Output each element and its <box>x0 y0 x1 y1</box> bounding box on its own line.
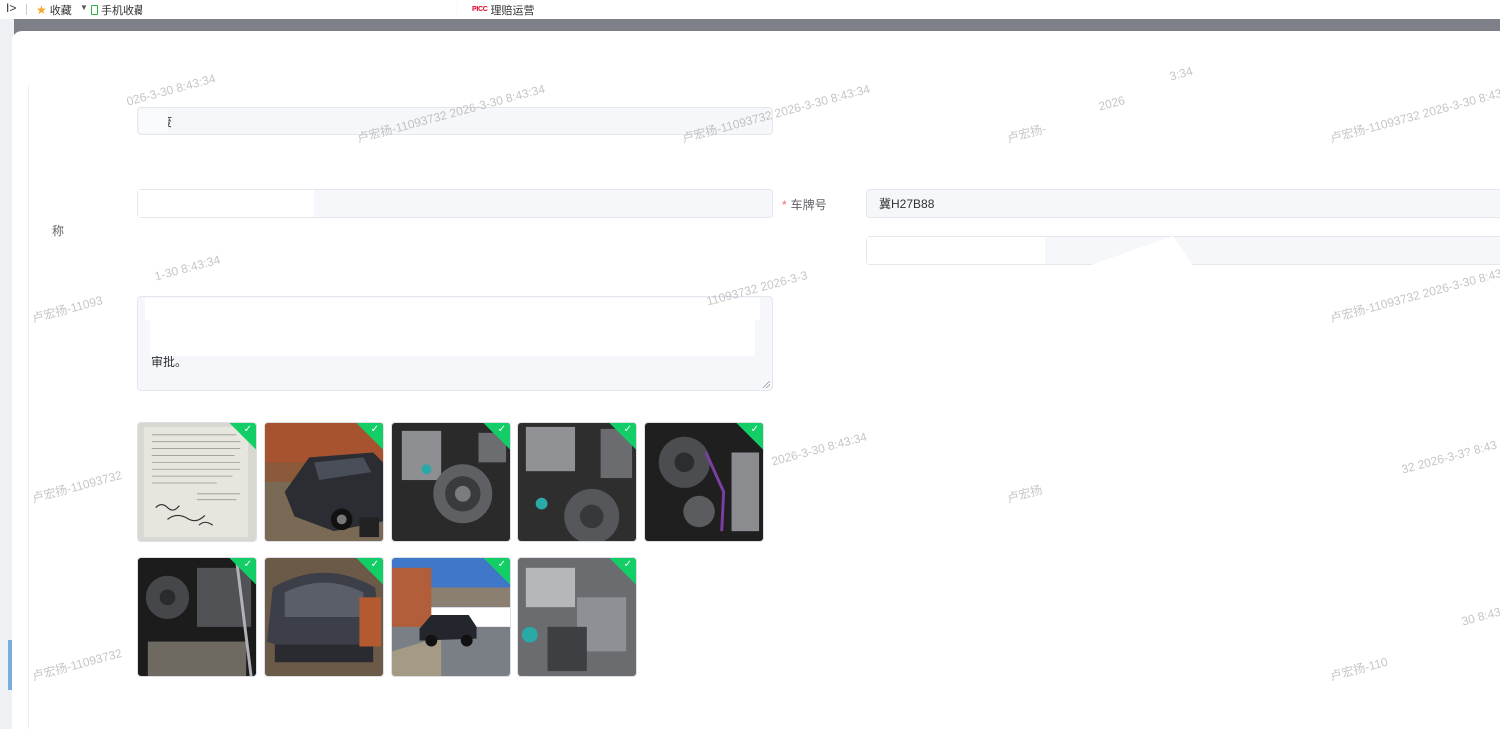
roadside-car-photo <box>392 558 510 676</box>
engine-photo <box>518 423 636 541</box>
check-icon: ✓ <box>370 424 379 435</box>
picc-logo-icon: PICC <box>472 6 488 13</box>
attachment-thumbnail[interactable]: ✓ engine-compressor-2 <box>517 422 637 542</box>
check-icon: ✓ <box>623 424 632 435</box>
damaged-car-photo <box>265 423 383 541</box>
redaction-box <box>145 298 760 320</box>
toolbar-divider <box>26 4 27 15</box>
redaction-shape <box>1088 236 1193 266</box>
bookmark-mobile-favorites[interactable]: 手机收藏 <box>91 0 145 19</box>
attachment-thumbnail[interactable]: ✓ damaged-car-front <box>264 422 384 542</box>
check-icon: ✓ <box>497 559 506 570</box>
document-photo <box>138 423 256 541</box>
engine-photo <box>392 423 510 541</box>
dialog-inner-border <box>28 85 29 729</box>
attachment-thumbnail[interactable]: ✓ engine-component-closeup <box>517 557 637 677</box>
required-mark: * <box>782 198 787 212</box>
phone-icon <box>91 4 98 15</box>
check-icon: ✓ <box>243 424 252 435</box>
redaction-box <box>150 318 755 356</box>
attachment-thumbnail[interactable]: ✓ car-on-roadside <box>391 557 511 677</box>
engine-photo <box>518 558 636 676</box>
bookmark-claims-ops[interactable]: PICC 理赔运营 <box>472 0 535 19</box>
check-icon: ✓ <box>497 424 506 435</box>
engine-photo <box>645 423 763 541</box>
check-icon: ✓ <box>370 559 379 570</box>
plate-input[interactable]: 冀H27B88 <box>866 189 1500 218</box>
redaction-box <box>867 237 1045 264</box>
attachment-thumbnail[interactable]: ✓ engine-underside <box>137 557 257 677</box>
check-icon: ✓ <box>750 424 759 435</box>
damaged-hood-photo <box>265 558 383 676</box>
attachment-thumbnail[interactable]: ✓ accident-statement-document <box>137 422 257 542</box>
bookmark-label: 手机收藏 <box>101 4 145 17</box>
plate-label-text: 车牌号 <box>790 198 827 212</box>
plate-value: 冀H27B88 <box>879 197 935 211</box>
attachment-thumbnail[interactable]: ✓ engine-belt <box>644 422 764 542</box>
resize-handle[interactable] <box>763 381 770 388</box>
attachment-thumbnail[interactable]: ✓ damaged-hood <box>264 557 384 677</box>
engine-photo <box>138 558 256 676</box>
field1-input[interactable]: ...废 <box>137 107 773 135</box>
redaction-box <box>138 190 314 217</box>
star-icon: ★ <box>36 2 47 17</box>
bookmark-label: 收藏 <box>49 4 72 17</box>
side-label: 称 <box>52 224 65 238</box>
bookmark-favorites[interactable]: ★ 收藏 <box>36 0 72 19</box>
attachment-thumbnail[interactable]: ✓ engine-compressor-1 <box>391 422 511 542</box>
check-icon: ✓ <box>243 559 252 570</box>
redaction-box <box>140 110 168 132</box>
check-icon: ✓ <box>623 559 632 570</box>
sidebar-toggle-icon[interactable]: I> <box>6 1 16 15</box>
chevron-down-icon[interactable]: ▼ <box>80 3 88 12</box>
plate-label: * 车牌号 <box>782 196 827 213</box>
bookmark-label: 理赔运营 <box>490 4 535 17</box>
